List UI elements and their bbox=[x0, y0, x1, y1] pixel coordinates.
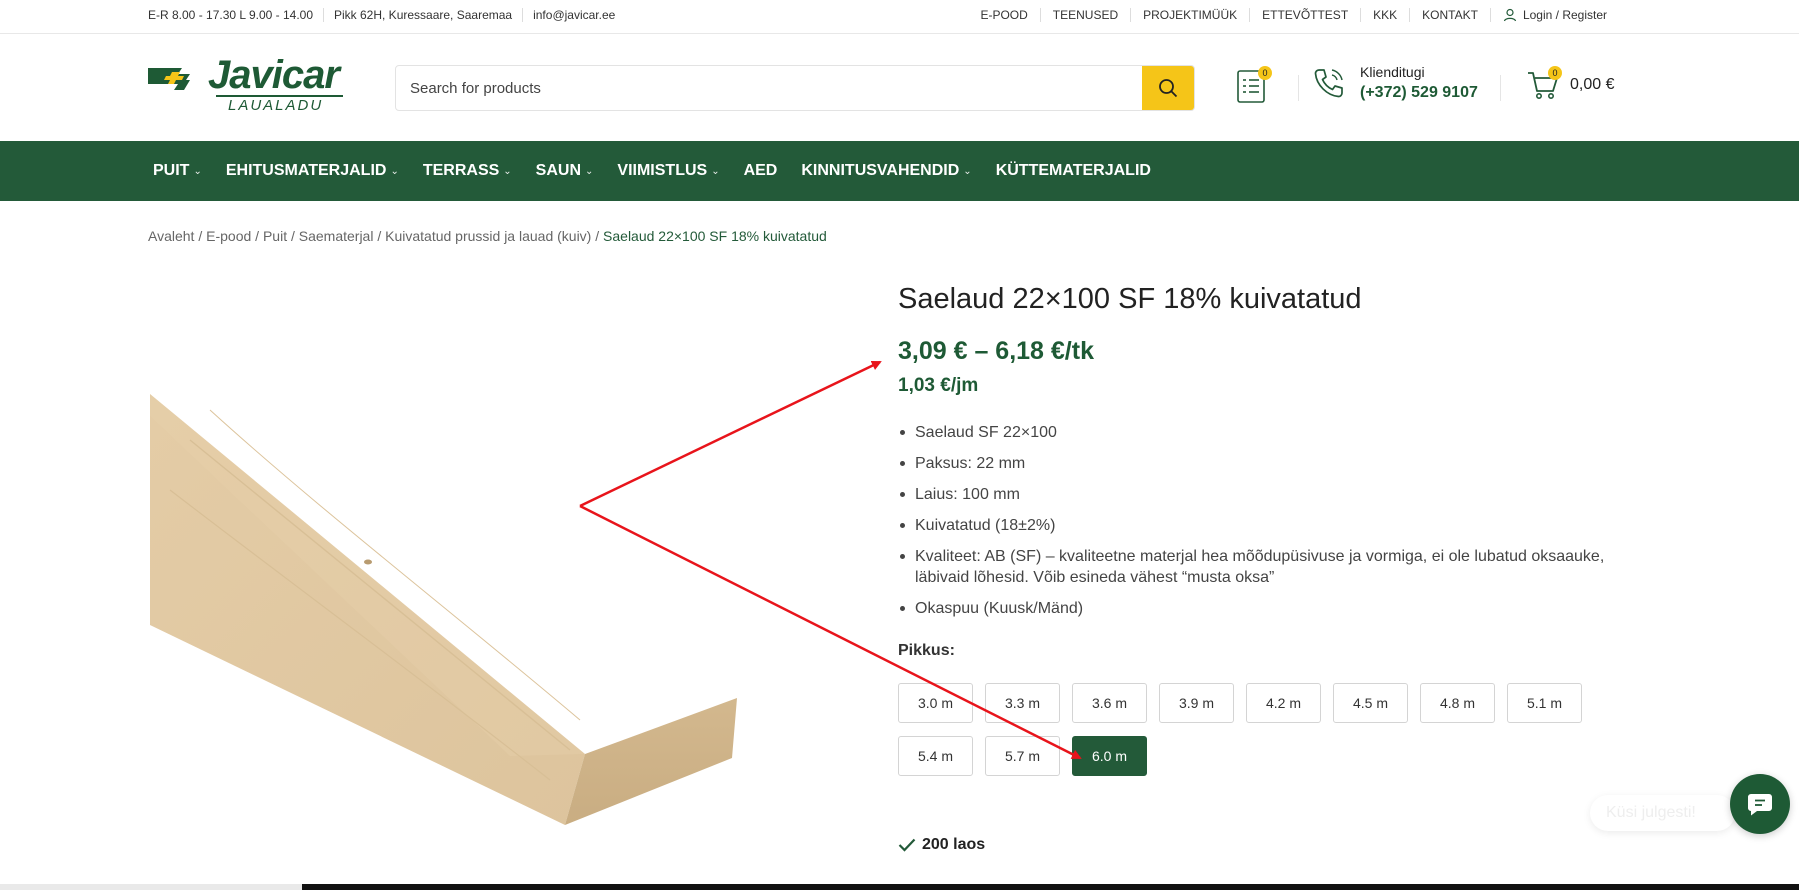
breadcrumb-link[interactable]: Kuivatatud prussid ja lauad (kuiv) bbox=[385, 228, 591, 244]
bottom-bar-dark bbox=[302, 884, 1799, 890]
product-image[interactable] bbox=[150, 380, 750, 840]
top-link-kontakt[interactable]: KONTAKT bbox=[1409, 8, 1490, 22]
nav-item-terrass[interactable]: TERRASS ⌄ bbox=[423, 162, 512, 180]
length-option[interactable]: 3.0 m bbox=[898, 683, 973, 723]
chevron-down-icon: ⌄ bbox=[963, 165, 972, 177]
top-link-projektimyyk[interactable]: PROJEKTIMÜÜK bbox=[1130, 8, 1249, 22]
contact-info: E-R 8.00 - 17.30 L 9.00 - 14.00 Pikk 62H… bbox=[148, 8, 625, 22]
feature-item: Okaspuu (Kuusk/Mänd) bbox=[898, 598, 1628, 619]
length-label: Pikkus: bbox=[898, 642, 955, 659]
feature-item: Laius: 100 mm bbox=[898, 484, 1628, 505]
svg-text:LAUALADU: LAUALADU bbox=[228, 97, 323, 114]
chat-button[interactable] bbox=[1730, 774, 1790, 834]
login-label: Login / Register bbox=[1522, 8, 1607, 22]
chevron-down-icon: ⌄ bbox=[193, 165, 202, 177]
store-email[interactable]: info@javicar.ee bbox=[522, 8, 625, 22]
product-title: Saelaud 22×100 SF 18% kuivatatud bbox=[898, 283, 1362, 315]
chevron-down-icon: ⌄ bbox=[390, 165, 399, 177]
user-icon bbox=[1503, 8, 1517, 22]
length-option[interactable]: 5.7 m bbox=[985, 736, 1060, 776]
nav-item-kinnitusvahendid[interactable]: KINNITUSVAHENDID ⌄ bbox=[801, 162, 971, 180]
phone-icon bbox=[1314, 69, 1343, 98]
breadcrumb: Avaleht / E-pood / Puit / Saematerjal / … bbox=[148, 228, 827, 244]
chat-bubble-icon bbox=[1748, 794, 1772, 816]
breadcrumb-link[interactable]: Avaleht bbox=[148, 228, 194, 244]
length-option[interactable]: 3.6 m bbox=[1072, 683, 1147, 723]
header-divider bbox=[1298, 75, 1299, 101]
search-button[interactable] bbox=[1142, 66, 1194, 110]
feature-item: Kvaliteet: AB (SF) – kvaliteetne materja… bbox=[898, 546, 1628, 588]
length-option[interactable]: 4.2 m bbox=[1246, 683, 1321, 723]
wishlist-button[interactable]: 0 bbox=[1237, 66, 1272, 104]
breadcrumb-current: Saelaud 22×100 SF 18% kuivatatud bbox=[603, 228, 827, 244]
feature-item: Kuivatatud (18±2%) bbox=[898, 515, 1628, 536]
wishlist-count-badge: 0 bbox=[1258, 66, 1272, 80]
length-option[interactable]: 3.9 m bbox=[1159, 683, 1234, 723]
product-unit-price: 1,03 €/jm bbox=[898, 375, 979, 396]
breadcrumb-link[interactable]: Puit bbox=[263, 228, 287, 244]
nav-item-viimistlus[interactable]: VIIMISTLUS ⌄ bbox=[617, 162, 719, 180]
length-options: 3.0 m 3.3 m 3.6 m 3.9 m 4.2 m 4.5 m 4.8 … bbox=[898, 683, 1598, 789]
support-phone[interactable]: (+372) 529 9107 bbox=[1360, 84, 1478, 102]
top-link-ettevottest[interactable]: ETTEVÕTTEST bbox=[1249, 8, 1360, 22]
top-link-kkk[interactable]: KKK bbox=[1360, 8, 1409, 22]
top-link-teenused[interactable]: TEENUSED bbox=[1039, 8, 1130, 22]
chevron-down-icon: ⌄ bbox=[585, 165, 594, 177]
length-option[interactable]: 3.3 m bbox=[985, 683, 1060, 723]
nav-item-puit[interactable]: PUIT ⌄ bbox=[153, 162, 202, 180]
breadcrumb-link[interactable]: Saematerjal bbox=[299, 228, 374, 244]
javicar-logo-icon: Javicar LAUALADU bbox=[148, 53, 343, 114]
chevron-down-icon: ⌄ bbox=[503, 165, 512, 177]
nav-item-ehitusmaterjalid[interactable]: EHITUSMATERJALID ⌄ bbox=[226, 162, 399, 180]
feature-item: Paksus: 22 mm bbox=[898, 453, 1628, 474]
product-price: 3,09 € – 6,18 €/tk bbox=[898, 337, 1094, 365]
search-input[interactable] bbox=[396, 66, 1142, 110]
check-icon bbox=[898, 838, 916, 852]
header-divider bbox=[1500, 75, 1501, 101]
search-bar bbox=[395, 65, 1195, 111]
feature-item: Saelaud SF 22×100 bbox=[898, 422, 1628, 443]
length-option[interactable]: 5.1 m bbox=[1507, 683, 1582, 723]
cart-total: 0,00 € bbox=[1570, 76, 1615, 93]
login-register-link[interactable]: Login / Register bbox=[1489, 8, 1619, 22]
nav-item-saun[interactable]: SAUN ⌄ bbox=[536, 162, 594, 180]
length-option[interactable]: 5.4 m bbox=[898, 736, 973, 776]
wooden-board-image bbox=[150, 394, 737, 825]
length-option-selected[interactable]: 6.0 m bbox=[1072, 736, 1147, 776]
stock-status: 200 laos bbox=[898, 836, 985, 854]
svg-text:Javicar: Javicar bbox=[208, 58, 342, 97]
store-address: Pikk 62H, Kuressaare, Saaremaa bbox=[323, 8, 522, 22]
length-option[interactable]: 4.8 m bbox=[1420, 683, 1495, 723]
customer-support[interactable]: Klienditugi (+372) 529 9107 bbox=[1312, 64, 1478, 102]
support-label: Klienditugi bbox=[1360, 64, 1425, 80]
chat-label[interactable]: Küsi julgesti! bbox=[1590, 795, 1735, 831]
opening-hours: E-R 8.00 - 17.30 L 9.00 - 14.00 bbox=[148, 8, 313, 22]
top-bar: E-R 8.00 - 17.30 L 9.00 - 14.00 Pikk 62H… bbox=[0, 0, 1799, 34]
cart-button[interactable]: 0 0,00 € bbox=[1526, 66, 1615, 102]
bottom-bar bbox=[0, 884, 1799, 890]
chevron-down-icon: ⌄ bbox=[711, 165, 720, 177]
top-links: E-POOD TEENUSED PROJEKTIMÜÜK ETTEVÕTTEST… bbox=[968, 8, 1619, 22]
cart-count-badge: 0 bbox=[1548, 66, 1562, 80]
product-features: Saelaud SF 22×100 Paksus: 22 mm Laius: 1… bbox=[898, 422, 1628, 629]
top-link-epood[interactable]: E-POOD bbox=[968, 8, 1039, 22]
main-nav: PUIT ⌄ EHITUSMATERJALID ⌄ TERRASS ⌄ SAUN ⌄ V… bbox=[0, 141, 1799, 201]
nav-item-kuttematerjalid[interactable]: KÜTTEMATERJALID bbox=[996, 162, 1151, 180]
breadcrumb-link[interactable]: E-pood bbox=[206, 228, 251, 244]
length-option[interactable]: 4.5 m bbox=[1333, 683, 1408, 723]
search-icon bbox=[1159, 79, 1178, 98]
nav-item-aed[interactable]: AED bbox=[744, 162, 778, 180]
site-logo[interactable]: Javicar LAUALADU bbox=[148, 53, 348, 116]
